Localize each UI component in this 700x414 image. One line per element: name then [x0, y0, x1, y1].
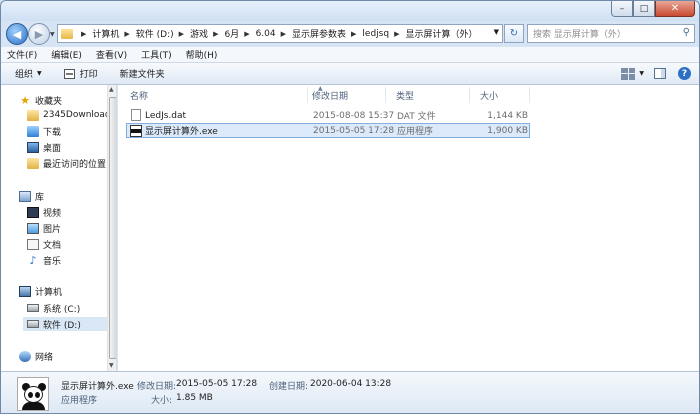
application-icon	[130, 125, 142, 137]
window-controls: – □ ✕	[611, 1, 695, 17]
nav-network[interactable]: 网络	[1, 349, 53, 363]
menu-help[interactable]: 帮助(H)	[186, 48, 218, 61]
music-icon: ♪	[29, 253, 37, 267]
nav-item-downloads[interactable]: 下载	[1, 124, 61, 138]
printer-icon	[63, 68, 75, 79]
breadcrumb-item[interactable]: 显示屏计算（外）	[405, 27, 477, 40]
file-row-exe[interactable]: 显示屏计算外.exe 2015-05-05 17:28 应用程序 1,900 K…	[126, 123, 530, 138]
recent-places-icon	[27, 157, 39, 169]
toolbar-right: ▼ ?	[621, 67, 691, 80]
nav-item-music[interactable]: ♪ 音乐	[1, 253, 61, 267]
star-icon: ★	[20, 93, 30, 107]
details-size-label: 大小:	[151, 396, 173, 406]
print-button[interactable]: 打印	[63, 67, 98, 80]
arrow-right-icon: ▶	[34, 27, 44, 41]
nav-item-desktop[interactable]: 桌面	[1, 140, 61, 154]
address-bar[interactable]: ▶ 计算机 ▶ 软件 (D:) ▶ 游戏 ▶ 6月 ▶ 6.04 ▶ 显示屏参数表 ▶ le…	[57, 24, 503, 43]
details-modified-label: 修改日期:	[137, 382, 177, 392]
breadcrumb-item[interactable]: 显示屏参数表 ▶	[292, 27, 362, 41]
breadcrumb-item[interactable]: 6月 ▶	[224, 27, 255, 41]
menu-file[interactable]: 文件(F)	[7, 48, 37, 61]
column-header-type[interactable]: 类型	[384, 87, 470, 103]
panda-thumbnail-icon	[17, 377, 49, 411]
refresh-icon: ↻	[509, 28, 519, 39]
view-dropdown-icon[interactable]: ▼	[639, 70, 644, 77]
view-options-icon[interactable]	[621, 67, 636, 80]
nav-libraries[interactable]: 库	[1, 189, 44, 203]
details-size-value: 1.85 MB	[176, 393, 213, 403]
details-pane: 显示屏计算外.exe 修改日期: 2015-05-05 17:28 创建日期: …	[1, 371, 699, 413]
close-button[interactable]: ✕	[655, 1, 695, 17]
pictures-icon	[27, 222, 39, 234]
breadcrumb-item[interactable]: 软件 (D:) ▶	[136, 27, 190, 41]
documents-icon	[27, 238, 39, 250]
help-icon[interactable]: ?	[678, 67, 691, 80]
breadcrumb-item[interactable]: 计算机 ▶	[92, 27, 135, 41]
new-folder-button[interactable]: 新建文件夹	[120, 67, 165, 80]
file-icon	[131, 109, 141, 121]
breadcrumb-item[interactable]: 游戏 ▶	[190, 27, 224, 41]
address-dropdown-icon[interactable]: ▼	[494, 28, 499, 36]
library-icon	[19, 190, 31, 202]
back-button[interactable]: ◀	[6, 23, 28, 45]
nav-scrollbar[interactable]: ▲ ▼	[107, 85, 116, 371]
column-header-date[interactable]: 修改日期	[300, 87, 386, 103]
nav-computer[interactable]: 计算机	[1, 284, 62, 298]
navigation-pane: ★ 收藏夹 2345Downloads 下载 桌面 最近访问的位置 库 视频 图…	[1, 85, 117, 371]
explorer-window: – □ ✕ ◀ ▶ ▼ ▶ 计算机 ▶ 软件 (D:) ▶ 游戏 ▶ 6月 ▶ 6.04…	[0, 0, 700, 414]
command-bar: 组织 ▼ 打印 新建文件夹 ▼ ?	[1, 63, 699, 85]
details-filename: 显示屏计算外.exe	[61, 382, 134, 392]
nav-item-pictures[interactable]: 图片	[1, 221, 61, 235]
chevron-down-icon: ▼	[37, 70, 42, 77]
minimize-button[interactable]: –	[611, 1, 633, 17]
scroll-down-icon[interactable]: ▼	[109, 362, 114, 369]
preview-pane-icon[interactable]	[654, 68, 666, 79]
details-modified-value: 2015-05-05 17:28	[176, 379, 258, 389]
nav-item-recent[interactable]: 最近访问的位置	[1, 156, 106, 170]
drive-icon	[27, 320, 39, 328]
refresh-button[interactable]: ↻	[504, 24, 524, 43]
folder-icon	[27, 109, 39, 121]
nav-item-documents[interactable]: 文档	[1, 237, 61, 251]
details-created-value: 2020-06-04 13:28	[310, 379, 392, 389]
details-created-label: 创建日期:	[269, 382, 309, 392]
title-bar: – □ ✕	[1, 1, 699, 21]
menu-edit[interactable]: 编辑(E)	[51, 48, 82, 61]
breadcrumb-item[interactable]: ledjsq ▶	[362, 29, 405, 39]
breadcrumb-root-arrow[interactable]: ▶	[76, 30, 92, 38]
file-list: ▲ 名称 修改日期 类型 大小 LedJs.dat 2015-08-08 15:…	[118, 85, 699, 371]
scroll-up-icon[interactable]: ▲	[109, 86, 114, 93]
desktop-icon	[27, 141, 39, 153]
menu-tools[interactable]: 工具(T)	[141, 48, 172, 61]
column-header-size[interactable]: 大小	[468, 87, 530, 103]
video-icon	[27, 206, 39, 218]
details-type: 应用程序	[61, 396, 98, 406]
nav-item-videos[interactable]: 视频	[1, 205, 61, 219]
arrow-left-icon: ◀	[12, 27, 22, 41]
drive-icon	[27, 304, 39, 312]
computer-icon	[19, 285, 31, 297]
file-row-ledjs[interactable]: LedJs.dat 2015-08-08 15:37 DAT 文件 1,144 …	[126, 108, 530, 123]
recent-pages-dropdown[interactable]: ▼	[50, 31, 55, 38]
search-icon: ⚲	[682, 27, 690, 38]
menu-view[interactable]: 查看(V)	[96, 48, 127, 61]
nav-item-drive-d[interactable]: 软件 (D:)	[23, 317, 107, 331]
nav-item-drive-c[interactable]: 系统 (C:)	[1, 301, 80, 315]
menu-bar: 文件(F) 编辑(E) 查看(V) 工具(T) 帮助(H)	[1, 47, 699, 63]
scrollbar-thumb[interactable]	[109, 97, 116, 359]
nav-item-2345downloads[interactable]: 2345Downloads	[1, 108, 115, 122]
nav-favorites[interactable]: ★ 收藏夹	[1, 93, 62, 107]
address-row: ◀ ▶ ▼ ▶ 计算机 ▶ 软件 (D:) ▶ 游戏 ▶ 6月 ▶ 6.04 ▶ 显示屏参…	[1, 21, 699, 47]
download-folder-icon	[27, 125, 39, 137]
column-header-name[interactable]: 名称	[118, 87, 308, 103]
search-input[interactable]: 搜索 显示屏计算（外） ⚲	[527, 24, 695, 43]
organize-button[interactable]: 组织 ▼	[15, 67, 42, 80]
folder-icon	[61, 28, 73, 39]
maximize-button[interactable]: □	[633, 1, 655, 17]
network-icon	[19, 350, 31, 362]
breadcrumb-item[interactable]: 6.04 ▶	[256, 29, 292, 39]
forward-button[interactable]: ▶	[28, 23, 50, 45]
